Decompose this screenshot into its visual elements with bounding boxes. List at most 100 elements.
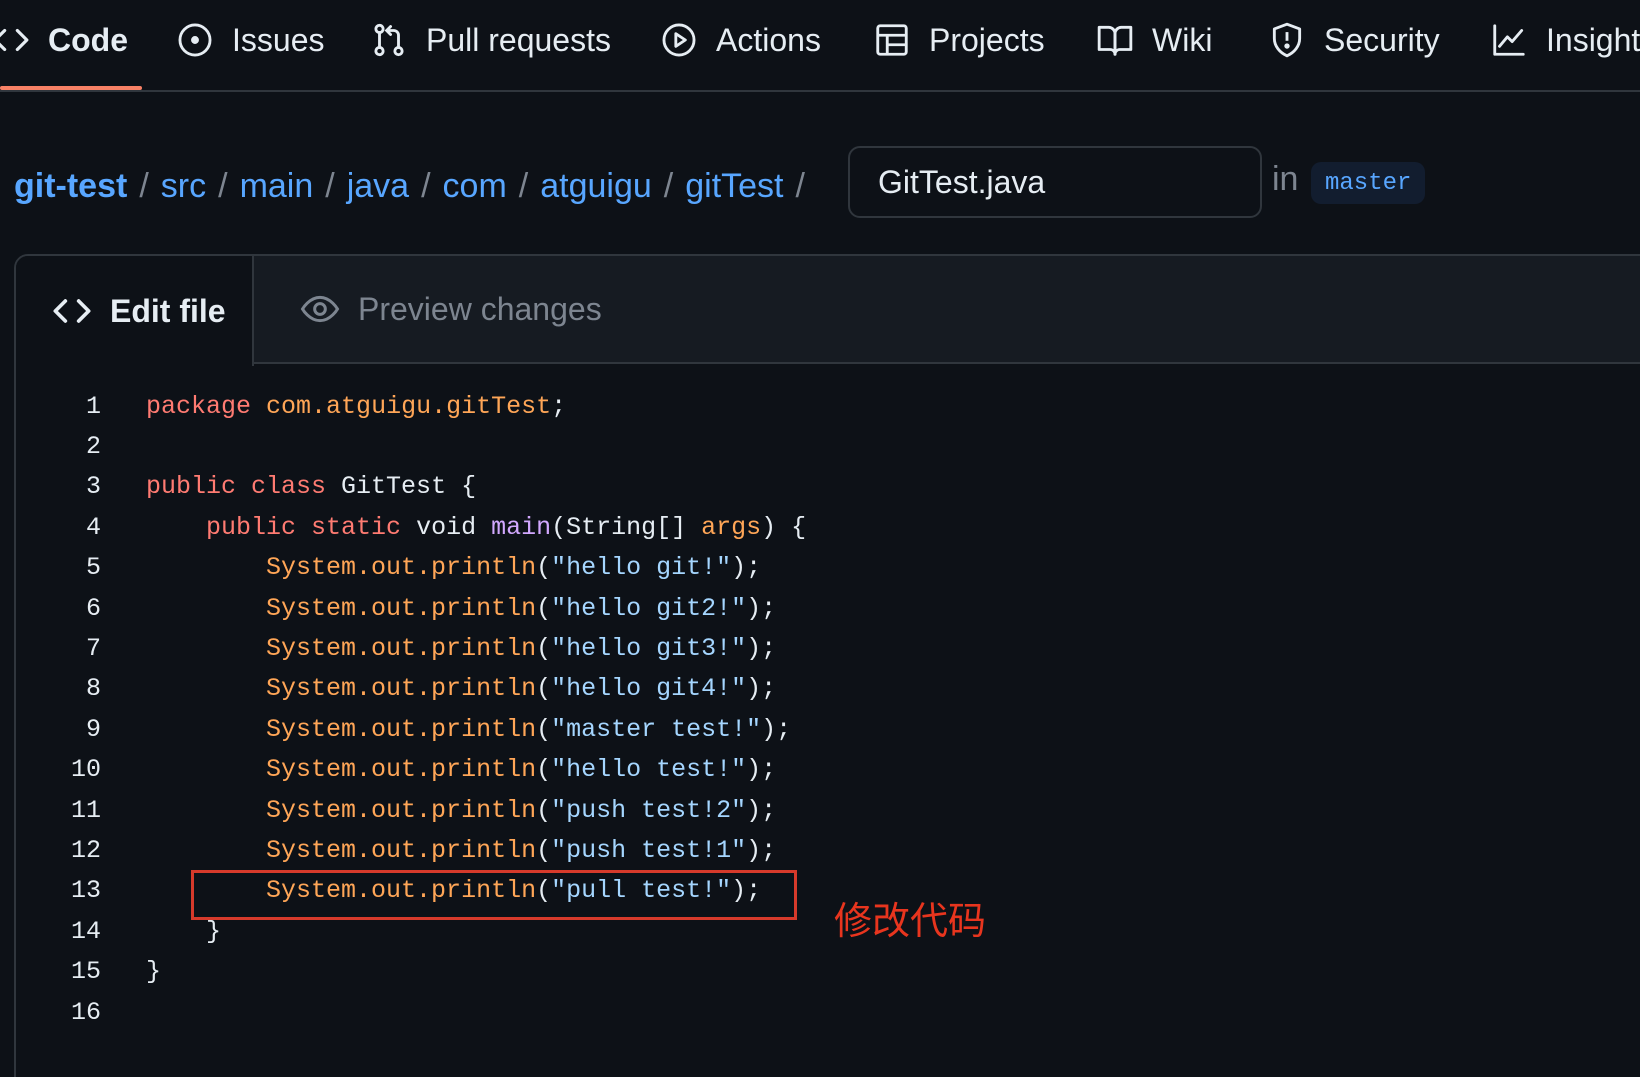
code-text: public static void main(String[] args) {: [146, 513, 806, 542]
breadcrumb-main-link[interactable]: main: [240, 167, 314, 206]
code-token: (: [536, 714, 552, 744]
breadcrumb-src-link[interactable]: src: [161, 167, 206, 206]
breadcrumb-separator: /: [139, 166, 149, 205]
tab-pull-requests[interactable]: Pull requests: [370, 0, 611, 80]
in-label: in: [1272, 160, 1299, 198]
line-number: 7: [85, 633, 101, 663]
code-text: System.out.println("master test!");: [146, 715, 791, 744]
code-token: static: [311, 512, 402, 542]
graph-icon: [1493, 24, 1525, 56]
tab-wiki[interactable]: Wiki: [1096, 0, 1212, 80]
line-number: 15: [70, 957, 101, 987]
code-token: ;: [551, 391, 567, 421]
code-text: System.out.println("hello git3!");: [146, 634, 776, 663]
file-editor: Edit file Preview changes 1 package com.a…: [14, 254, 1640, 1077]
code-text: System.out.println("push test!1");: [146, 836, 776, 865]
pull-request-icon: [374, 23, 404, 57]
code-token: public: [206, 512, 297, 542]
code-token: "hello git3!": [551, 633, 747, 663]
tab-wiki-label: Wiki: [1152, 21, 1213, 58]
tab-edit-file-label: Edit file: [110, 292, 226, 329]
code-token: );: [731, 553, 762, 583]
tab-insights[interactable]: Insights: [1490, 0, 1640, 80]
code-token: (: [536, 593, 552, 623]
line-number: 3: [85, 472, 101, 502]
code-token: (: [536, 553, 552, 583]
code-text: System.out.println("hello git!");: [146, 553, 761, 582]
annotation-label: 修改代码: [834, 899, 987, 943]
breadcrumb-repo-link[interactable]: git-test: [14, 167, 127, 206]
breadcrumb-java-link[interactable]: java: [347, 167, 409, 206]
breadcrumb-gittest-link[interactable]: gitTest: [685, 167, 783, 206]
line-number: 4: [85, 512, 101, 542]
code-token: System.out.println: [266, 755, 537, 785]
tab-preview-changes-label: Preview changes: [358, 290, 602, 327]
code-token: "hello git4!": [551, 674, 747, 704]
code-token: args: [701, 512, 762, 542]
tab-projects[interactable]: Projects: [873, 0, 1045, 80]
code-token: main: [491, 512, 552, 542]
tab-edit-file[interactable]: Edit file: [16, 256, 254, 366]
code-token: "hello git!": [551, 553, 732, 583]
breadcrumb-separator: /: [218, 166, 228, 205]
tab-actions[interactable]: Actions: [660, 0, 821, 80]
breadcrumb-separator: /: [663, 166, 674, 205]
line-number: 2: [85, 431, 101, 461]
breadcrumb-separator: /: [795, 166, 805, 205]
code-token: (: [536, 795, 552, 825]
code-text: public class GitTest {: [146, 472, 476, 501]
code-token: GitTest {: [326, 472, 477, 502]
code-token: com.atguigu.gitTest: [266, 391, 552, 421]
code-token: }: [146, 916, 222, 946]
code-token: System.out.println: [266, 553, 537, 583]
filename-input[interactable]: [848, 146, 1262, 218]
code-token: );: [761, 714, 792, 744]
code-token: );: [746, 795, 777, 825]
line-number: 5: [85, 553, 101, 583]
code-token: ) {: [761, 512, 807, 542]
breadcrumb-com-link[interactable]: com: [443, 167, 507, 206]
line-number: 13: [70, 876, 101, 906]
tab-security[interactable]: Security: [1268, 0, 1440, 80]
tab-code-label: Code: [48, 21, 128, 58]
code-token: );: [746, 835, 777, 865]
code-text: System.out.println("hello git4!");: [146, 674, 776, 703]
line-number: 16: [70, 997, 101, 1027]
code-token: );: [746, 674, 777, 704]
code-token: "push test!1": [551, 835, 747, 865]
tab-pull-requests-label: Pull requests: [426, 21, 611, 58]
code-token: (: [536, 835, 552, 865]
breadcrumb-separator: /: [421, 166, 431, 205]
code-text: }: [146, 957, 161, 986]
tab-code[interactable]: Code: [0, 0, 128, 80]
code-token: );: [746, 755, 777, 785]
tab-issues[interactable]: Issues: [176, 0, 324, 80]
code-token: "hello test!": [551, 755, 747, 785]
breadcrumb-atguigu-link[interactable]: atguigu: [540, 167, 652, 206]
code-token: System.out.println: [266, 674, 537, 704]
code-icon: [53, 299, 91, 323]
tab-issues-label: Issues: [232, 21, 325, 58]
tab-preview-changes[interactable]: Preview changes: [300, 256, 602, 362]
code-token: System.out.println: [266, 714, 537, 744]
shield-icon: [1272, 22, 1302, 58]
repo-nav: Code Issues Pull requests Actions Projec…: [0, 0, 1640, 92]
code-token: void: [401, 512, 492, 542]
tab-security-label: Security: [1324, 21, 1440, 58]
line-number: 8: [85, 674, 101, 704]
code-token: (: [536, 674, 552, 704]
code-token: System.out.println: [266, 633, 537, 663]
tab-actions-label: Actions: [716, 21, 821, 58]
code-text: }: [146, 917, 221, 946]
branch-badge: master: [1311, 162, 1426, 204]
play-circle-icon: [662, 23, 696, 57]
